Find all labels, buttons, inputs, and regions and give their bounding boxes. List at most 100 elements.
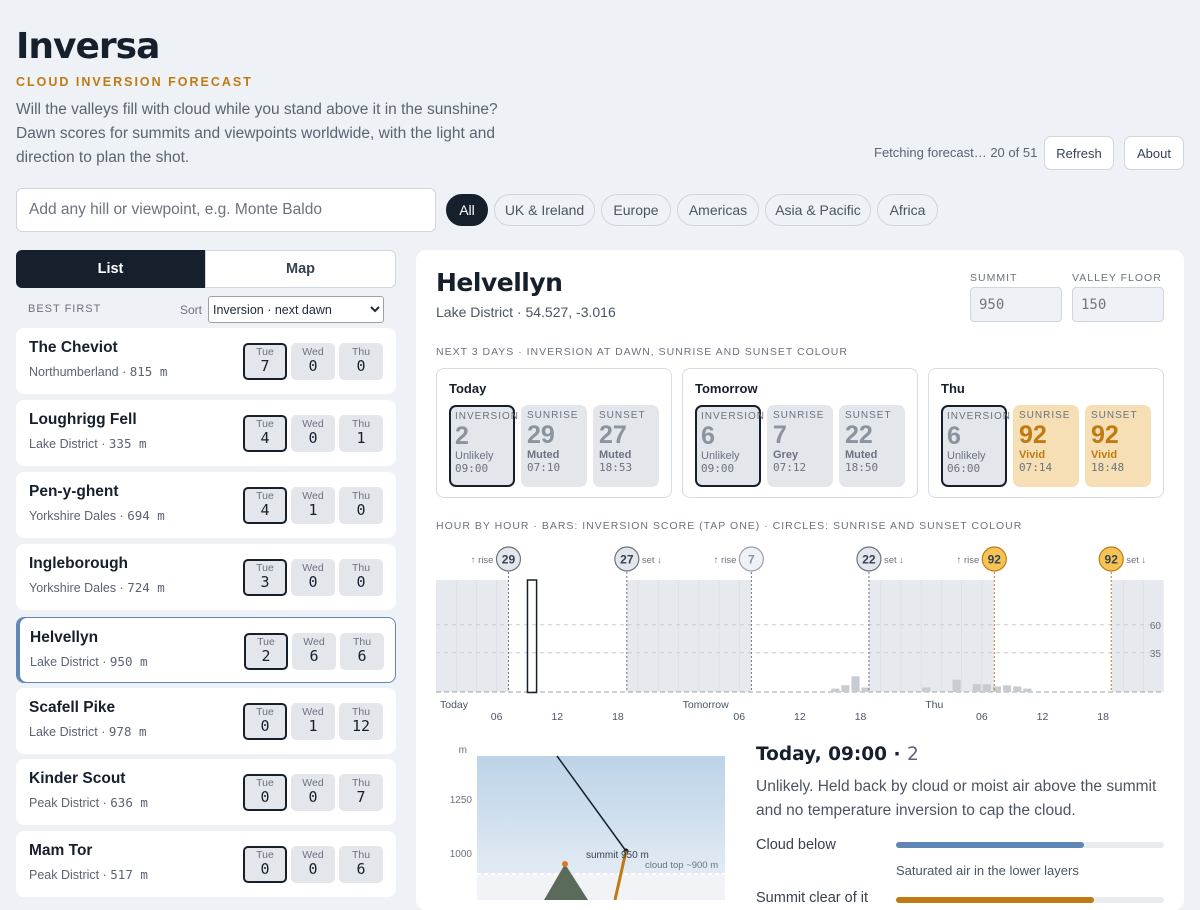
- location-card[interactable]: Pen-y-ghent Yorkshire Dales · 694 m Tue 4 We…: [16, 472, 396, 538]
- location-region: Lake District · 978 m: [29, 724, 147, 739]
- reading-description: Unlikely. Held back by cloud or moist ai…: [756, 778, 1157, 819]
- tile-quality: Unlikely: [701, 450, 740, 462]
- location-card[interactable]: Loughrigg Fell Lake District · 335 m Tue 4 W…: [16, 400, 396, 466]
- inversion-bar[interactable]: [922, 687, 931, 692]
- factor-note: Saturated air in the lower layers: [896, 863, 1079, 878]
- about-button[interactable]: About: [1124, 136, 1184, 170]
- day-score-badge: Thu 7: [339, 774, 383, 811]
- day-score: 3: [260, 573, 270, 591]
- sunrise-tile: SUNRISE 92 Vivid 07:14: [1013, 405, 1079, 487]
- tile-quality: Unlikely: [455, 450, 494, 462]
- inversion-tile[interactable]: INVERSION 2 Unlikely 09:00: [449, 405, 518, 487]
- factor-bar-fill: [896, 842, 1084, 848]
- region-chip-africa[interactable]: Africa: [877, 194, 938, 226]
- inversion-bar[interactable]: [952, 679, 961, 692]
- location-card[interactable]: Kinder Scout Peak District · 636 m Tue 0 Wed…: [16, 759, 396, 825]
- profile-y-tick: 1250: [450, 795, 473, 806]
- tile-score: 2: [455, 422, 469, 450]
- inversion-bar[interactable]: [1003, 685, 1012, 692]
- tab-map[interactable]: Map: [205, 250, 396, 288]
- hour-tick-label: 18: [612, 711, 624, 723]
- tile-time: 09:00: [701, 462, 735, 475]
- valley-floor-input[interactable]: [1072, 287, 1164, 322]
- night-shade: [436, 580, 509, 692]
- region-chip-americas[interactable]: Americas: [677, 194, 759, 226]
- location-card[interactable]: Mam Tor Peak District · 517 m Tue 0 Wed 0 Thu 6: [16, 831, 396, 897]
- day-score-badge: Thu 0: [339, 487, 383, 524]
- inversion-bar[interactable]: [1013, 686, 1022, 692]
- tile-quality: Vivid: [1019, 449, 1046, 461]
- day-score: 0: [308, 357, 318, 375]
- night-shade: [1111, 580, 1164, 692]
- location-card[interactable]: Scafell Pike Lake District · 978 m Tue 0 Wed…: [16, 688, 396, 754]
- tile-quality: Grey: [773, 449, 799, 461]
- day-score: 12: [351, 717, 371, 735]
- tile-time: 18:50: [845, 461, 879, 474]
- refresh-button[interactable]: Refresh: [1044, 136, 1114, 170]
- inversion-bar[interactable]: [972, 684, 981, 692]
- inversion-bar[interactable]: [1023, 688, 1032, 692]
- location-card[interactable]: The Cheviot Northumberland · 815 m Tue 7 Wed…: [16, 328, 396, 394]
- reading-title-text: Today, 09:00 ·: [756, 744, 901, 765]
- hour-tick-label: 18: [1097, 711, 1109, 723]
- cloud-top-label: cloud top ~900 m: [645, 860, 718, 871]
- inversion-bar[interactable]: [841, 685, 850, 692]
- set-label: set ↓: [884, 555, 904, 566]
- location-card[interactable]: Ingleborough Yorkshire Dales · 724 m Tue 3 W…: [16, 544, 396, 610]
- inversion-bar[interactable]: [831, 688, 840, 692]
- tile-time: 18:53: [599, 461, 633, 474]
- inversion-bar[interactable]: [982, 684, 991, 692]
- location-elevation: 815 m: [129, 364, 168, 379]
- day-score: 4: [260, 501, 270, 519]
- day-score: 0: [308, 860, 318, 878]
- location-card[interactable]: Helvellyn Lake District · 950 m Tue 2 Wed 6 Th…: [16, 617, 396, 683]
- day-score-badge: Tue 2: [244, 633, 288, 670]
- location-name: Loughrigg Fell: [29, 411, 137, 428]
- day-score-badge: Tue 0: [243, 703, 287, 740]
- day-score-badge: Wed 1: [291, 703, 335, 740]
- selected-hour-bar[interactable]: [526, 579, 538, 694]
- region-chip-asia-pacific[interactable]: Asia & Pacific: [765, 194, 871, 226]
- inversion-tile[interactable]: INVERSION 6 Unlikely 09:00: [695, 405, 766, 487]
- factor-bar-cloud-below: [896, 842, 1164, 848]
- rise-label: ↑ rise: [471, 555, 494, 566]
- region-chip-europe[interactable]: Europe: [601, 194, 671, 226]
- tile-score: 92: [1019, 421, 1047, 449]
- region-chip-uk-ireland[interactable]: UK & Ireland: [494, 194, 595, 226]
- hourly-timeline-chart[interactable]: 60 35 29 ↑ rise 27 set ↓ 7 ↑ rise 22 set ↓ 92 ↑ ris…: [436, 540, 1164, 725]
- profile-y-tick: 1000: [450, 849, 473, 860]
- day-score: 6: [309, 647, 319, 665]
- sort-select[interactable]: Inversion · next dawn: [208, 296, 384, 323]
- summit-elevation-input[interactable]: [970, 287, 1062, 322]
- next-3-days-label: NEXT 3 DAYS · INVERSION AT DAWN, SUNRISE…: [436, 346, 848, 358]
- day-score-badge: Tue 3: [243, 559, 287, 596]
- location-name: Ingleborough: [29, 555, 129, 572]
- hour-tick-label: 12: [551, 711, 563, 723]
- day-card-title: Tomorrow: [695, 381, 758, 396]
- tile-score: 6: [701, 422, 715, 450]
- location-name: Scafell Pike: [29, 699, 116, 716]
- timeline-day-label: Tomorrow: [683, 699, 730, 711]
- day-score: 0: [356, 501, 366, 519]
- search-input[interactable]: [16, 188, 436, 232]
- tile-time: 07:12: [773, 461, 807, 474]
- tile-label: INVERSION: [701, 411, 766, 422]
- set-label: set ↓: [1126, 555, 1146, 566]
- day-score-badge: Wed 0: [291, 559, 335, 596]
- location-elevation: 694 m: [127, 508, 165, 523]
- tile-time: 07:14: [1019, 461, 1053, 474]
- inversion-bar[interactable]: [851, 676, 860, 692]
- summit-label: SUMMIT: [970, 272, 1018, 284]
- region-chip-all[interactable]: All: [446, 194, 488, 226]
- location-region: Yorkshire Dales · 694 m: [29, 508, 165, 523]
- tab-list[interactable]: List: [16, 250, 205, 288]
- day-score: 2: [261, 647, 271, 665]
- tile-quality: Muted: [527, 449, 560, 461]
- day-score-badge: Wed 0: [291, 774, 335, 811]
- tile-score: 7: [773, 421, 787, 449]
- tile-label: INVERSION: [947, 411, 1012, 422]
- location-name: Helvellyn: [30, 629, 99, 646]
- set-label: set ↓: [642, 555, 662, 566]
- inversion-tile[interactable]: INVERSION 6 Unlikely 06:00: [941, 405, 1012, 487]
- day-score: 7: [260, 357, 270, 375]
